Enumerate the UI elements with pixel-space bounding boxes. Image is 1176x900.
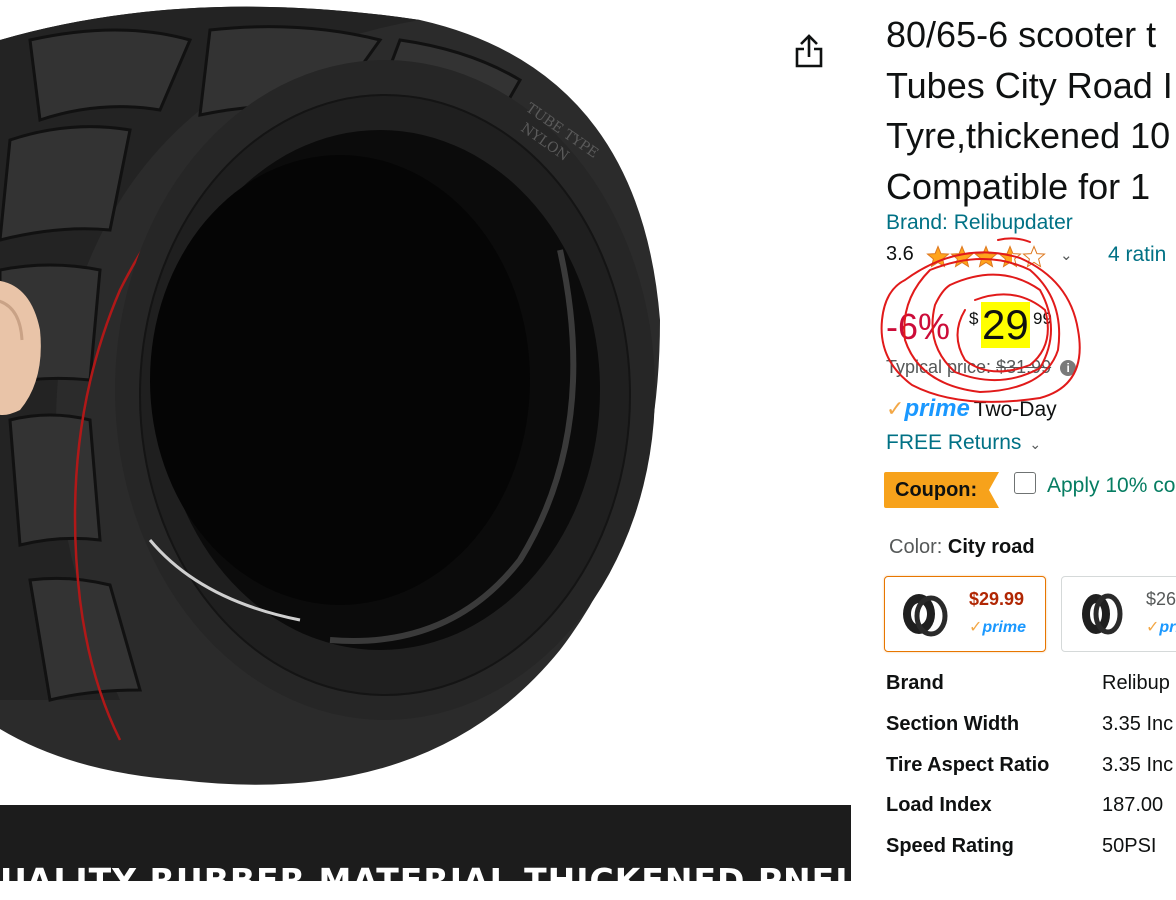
swatch-prime-badge: ✓pri [1146, 617, 1176, 637]
spec-key: Section Width [886, 712, 1020, 735]
price-currency: $ [969, 309, 979, 328]
coupon-label: Coupon: [895, 479, 978, 501]
info-icon[interactable]: i [1060, 360, 1077, 376]
color-swatch-selected[interactable]: $29.99 ✓prime [884, 576, 1046, 652]
image-banner-text: UALITY RUBBER MATERIAL THICKENED PNEUMAT… [0, 861, 1119, 900]
price-fraction: 99 [1033, 309, 1052, 328]
spec-value: Relibup [1102, 672, 1170, 694]
chevron-down-icon: ⌄ [1029, 436, 1042, 452]
spec-row: Speed Rating 50PSI [886, 835, 1176, 876]
typical-price-label: Typical price: [886, 357, 992, 377]
prime-check-icon: ✓ [969, 619, 983, 636]
product-title: 80/65-6 scooter t Tubes City Road I Tyre… [886, 10, 1176, 212]
product-title-line: Tubes City Road I [886, 64, 1173, 106]
spec-key: Brand [886, 672, 944, 694]
free-returns-label: FREE Returns [886, 431, 1022, 454]
color-swatch[interactable]: $26 ✓pri [1061, 576, 1176, 652]
star-half-icon [999, 246, 1021, 267]
free-returns-link[interactable]: FREE Returns ⌄ [886, 431, 1041, 455]
prime-delivery-text: Two-Day [973, 398, 1057, 421]
color-selection: Color: City road [889, 536, 1035, 559]
spec-value: 3.35 Inc [1102, 753, 1174, 776]
swatch-price: $29.99 [969, 589, 1025, 609]
star-rating[interactable] [926, 245, 1051, 275]
swatch-prime-label: pri [1159, 619, 1176, 636]
prime-label: prime [904, 395, 970, 422]
product-title-line: Tyre,thickened 10 [886, 115, 1171, 156]
coupon-checkbox[interactable] [1014, 472, 1036, 494]
prime-check-icon: ✓ [1146, 619, 1160, 636]
share-icon[interactable] [792, 33, 826, 71]
coupon-apply-text[interactable]: Apply 10% co [1047, 474, 1175, 498]
spec-row: Section Width 3.35 Inc [886, 713, 1176, 754]
swatch-prime-label: prime [982, 619, 1026, 636]
spec-key: Tire Aspect Ratio [886, 753, 1050, 776]
color-label: Color: [889, 536, 943, 558]
swatch-thumbnail [903, 594, 948, 637]
product-title-line: Compatible for 1 [886, 165, 1151, 207]
product-image[interactable]: TUBE TYPE NYLON [0, 0, 855, 881]
chevron-down-icon[interactable]: ⌄ [1060, 246, 1073, 264]
spec-value: 50PSI [1102, 835, 1157, 858]
star-icon [951, 246, 973, 267]
product-title-line: 80/65-6 scooter t [886, 14, 1157, 55]
prime-badge[interactable]: ✓prime Two-Day [886, 395, 1057, 423]
typical-price-value: $31.99 [996, 357, 1052, 377]
spec-key: Speed Rating [886, 835, 1014, 858]
star-empty-icon [1023, 246, 1045, 267]
spec-row: Brand Relibup [886, 672, 1176, 713]
color-value: City road [947, 536, 1035, 558]
spec-value: 187.00 [1102, 794, 1164, 817]
product-specs-table: Brand Relibup Section Width 3.35 Inc Tir… [886, 672, 1176, 876]
prime-check-icon: ✓ [886, 396, 905, 421]
rating-value: 3.6 [886, 243, 914, 265]
swatch-thumbnail [1082, 593, 1123, 635]
spec-row: Tire Aspect Ratio 3.35 Inc [886, 754, 1176, 795]
swatch-prime-badge: ✓prime [969, 617, 1026, 637]
typical-price-row: Typical price: $31.99 i [886, 357, 1077, 378]
swatch-price: $26 [1146, 589, 1176, 609]
spec-key: Load Index [886, 794, 992, 817]
tire-illustration: TUBE TYPE NYLON [0, 6, 660, 785]
price-whole: 29 [981, 301, 1030, 348]
star-icon [927, 246, 949, 267]
spec-row: Load Index 187.00 [886, 794, 1176, 835]
discount-percentage: -6% [886, 306, 951, 347]
brand-link[interactable]: Brand: Relibupdater [886, 211, 1073, 235]
star-icon [975, 246, 997, 267]
ratings-count-link[interactable]: 4 ratin [1108, 243, 1166, 267]
spec-value: 3.35 Inc [1102, 712, 1174, 735]
